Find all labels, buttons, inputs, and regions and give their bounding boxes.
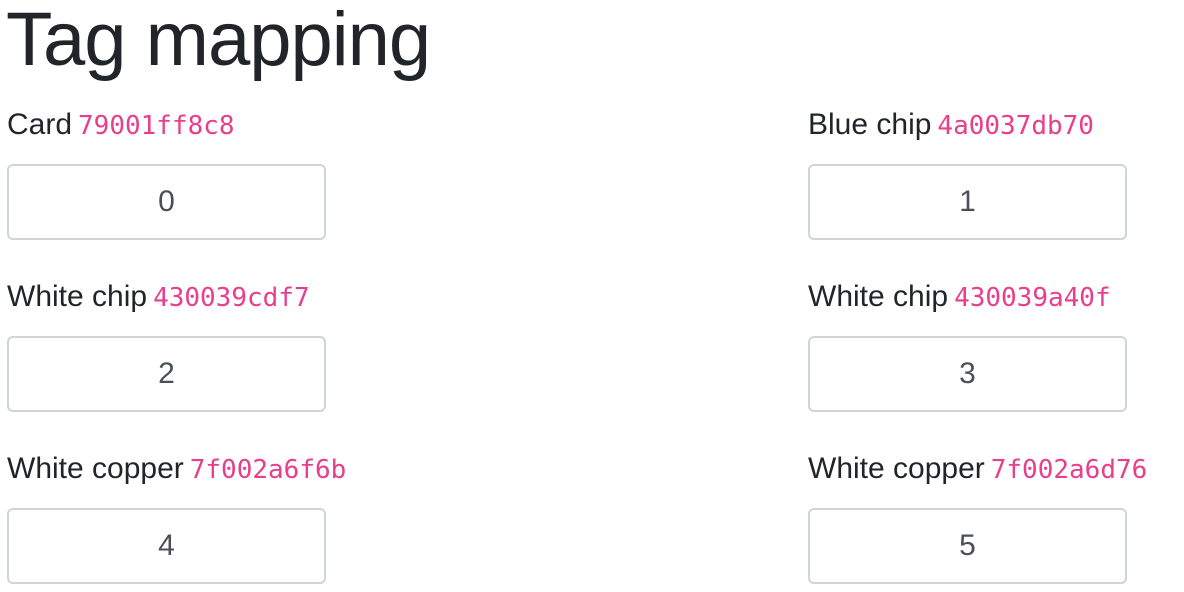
page-title: Tag mapping xyxy=(6,0,431,82)
tag-label: White copper xyxy=(7,452,184,485)
tag-label-row: White chip 430039cdf7 xyxy=(7,279,387,316)
tag-label-row: Blue chip 4a0037db70 xyxy=(808,107,1184,144)
tag-value-input[interactable] xyxy=(808,508,1127,584)
tag-mapping-item: White chip 430039a40f xyxy=(808,279,1184,412)
tag-id: 79001ff8c8 xyxy=(78,111,235,141)
tag-mapping-item: White copper 7f002a6d76 xyxy=(808,451,1184,584)
tag-label-row: White chip 430039a40f xyxy=(808,279,1184,316)
tag-id: 7f002a6d76 xyxy=(990,455,1148,485)
tag-value-input[interactable] xyxy=(7,336,326,412)
tag-label-row: White copper 7f002a6d76 xyxy=(808,451,1184,488)
tag-mapping-item: White copper 7f002a6f6b xyxy=(7,451,387,584)
tag-label-row: White copper 7f002a6f6b xyxy=(7,451,387,488)
tag-label: Card xyxy=(7,108,73,141)
tag-value-input[interactable] xyxy=(7,508,326,584)
tag-value-input[interactable] xyxy=(808,164,1127,240)
tag-label: White chip xyxy=(808,280,949,313)
tag-id: 4a0037db70 xyxy=(937,111,1094,141)
tag-label-row: Card 79001ff8c8 xyxy=(7,107,387,144)
tag-id: 430039a40f xyxy=(954,283,1111,313)
tag-id: 7f002a6f6b xyxy=(189,455,347,485)
tag-label: Blue chip xyxy=(808,108,932,141)
tag-mapping-item: Blue chip 4a0037db70 xyxy=(808,107,1184,240)
tag-label: White chip xyxy=(7,280,148,313)
tag-mapping-item: Card 79001ff8c8 xyxy=(7,107,387,240)
tag-id: 430039cdf7 xyxy=(153,283,310,313)
tag-value-input[interactable] xyxy=(808,336,1127,412)
tag-label: White copper xyxy=(808,452,985,485)
tag-value-input[interactable] xyxy=(7,164,326,240)
tag-mapping-item: White chip 430039cdf7 xyxy=(7,279,387,412)
